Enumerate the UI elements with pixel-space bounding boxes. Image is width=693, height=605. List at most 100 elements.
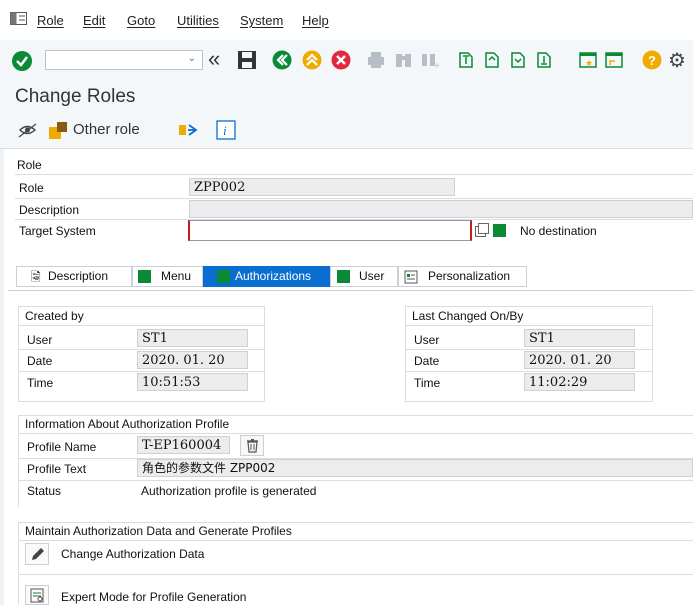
title-bar: Change Roles bbox=[0, 84, 693, 114]
other-role-icon[interactable] bbox=[48, 120, 70, 140]
settings-gear-icon[interactable]: ⚙ bbox=[668, 48, 686, 73]
print-icon[interactable] bbox=[366, 50, 388, 72]
inheritance-icon[interactable] bbox=[178, 121, 200, 139]
profile-info-heading: Information About Authorization Profile bbox=[25, 417, 230, 431]
tab-personalization[interactable]: Personalization bbox=[398, 266, 527, 287]
maintain-heading: Maintain Authorization Data and Generate… bbox=[25, 524, 292, 538]
divider bbox=[15, 174, 693, 175]
collapse-double-left-icon[interactable]: « bbox=[208, 46, 220, 72]
menu-bar: Role Edit Goto Utilities System Help bbox=[0, 0, 693, 41]
trash-icon bbox=[247, 439, 258, 453]
info-icon[interactable]: i bbox=[216, 120, 236, 140]
created-by-heading: Created by bbox=[25, 309, 84, 323]
description-tab-icon: 🗟 bbox=[31, 270, 41, 284]
divider bbox=[19, 325, 264, 326]
role-section-heading: Role bbox=[17, 158, 42, 172]
menu-edit[interactable]: Edit bbox=[83, 13, 105, 28]
last-page-icon[interactable] bbox=[534, 50, 556, 72]
created-date-label: Date bbox=[27, 354, 53, 368]
delete-profile-button[interactable] bbox=[240, 435, 264, 456]
chevron-down-icon[interactable]: ⌄ bbox=[188, 53, 196, 64]
profile-text-field: 角色的参数文件 ZPP002 bbox=[137, 459, 693, 477]
expert-mode-text[interactable]: Expert Mode for Profile Generation bbox=[61, 590, 246, 604]
divider bbox=[406, 349, 652, 350]
divider bbox=[19, 540, 693, 541]
tab-label: Personalization bbox=[428, 269, 511, 283]
divider bbox=[19, 371, 264, 372]
back-icon[interactable] bbox=[272, 50, 294, 72]
tab-strip-divider bbox=[8, 290, 693, 291]
tab-description[interactable]: 🗟 Description bbox=[16, 266, 132, 287]
menu-goto[interactable]: Goto bbox=[127, 13, 155, 28]
command-field[interactable]: ⌄ bbox=[45, 50, 203, 70]
save-icon[interactable] bbox=[237, 50, 259, 72]
authorizations-tab-status-icon bbox=[217, 270, 230, 283]
changed-time-label: Time bbox=[414, 376, 441, 390]
personalization-tab-icon bbox=[404, 270, 418, 284]
divider bbox=[19, 433, 693, 434]
divider bbox=[19, 349, 264, 350]
changed-user-label: User bbox=[414, 333, 440, 347]
next-page-icon[interactable] bbox=[508, 50, 530, 72]
changed-user-field: ST1 bbox=[524, 329, 635, 347]
changed-date-field: 2020. 01. 20 bbox=[524, 351, 635, 369]
tab-user[interactable]: User bbox=[330, 266, 398, 287]
created-time-field: 10:51:53 bbox=[137, 373, 248, 391]
create-session-icon[interactable]: ★ bbox=[578, 50, 600, 72]
role-field: ZPP002 bbox=[189, 178, 455, 196]
window-menu-icon[interactable] bbox=[10, 12, 28, 26]
target-system-input[interactable] bbox=[188, 220, 472, 241]
previous-page-icon[interactable] bbox=[482, 50, 504, 72]
user-tab-status-icon bbox=[337, 270, 350, 283]
value-help-icon[interactable] bbox=[475, 223, 489, 237]
changed-date-label: Date bbox=[414, 354, 440, 368]
menu-tab-status-icon bbox=[138, 270, 151, 283]
svg-text:?: ? bbox=[648, 53, 656, 68]
help-icon[interactable]: ? bbox=[642, 50, 664, 72]
profile-text-label: Profile Text bbox=[27, 462, 87, 476]
exit-icon[interactable] bbox=[302, 50, 324, 72]
change-auth-data-button[interactable] bbox=[25, 543, 49, 565]
tab-label: Authorizations bbox=[235, 269, 312, 283]
menu-help[interactable]: Help bbox=[302, 13, 329, 28]
role-label: Role bbox=[19, 181, 44, 195]
first-page-icon[interactable] bbox=[456, 50, 478, 72]
find-next-icon[interactable]: + bbox=[420, 50, 442, 72]
enter-check-icon[interactable] bbox=[11, 50, 33, 72]
description-field[interactable] bbox=[189, 200, 693, 218]
status-value: Authorization profile is generated bbox=[141, 484, 317, 498]
divider bbox=[406, 371, 652, 372]
created-time-label: Time bbox=[27, 376, 54, 390]
find-icon[interactable] bbox=[394, 50, 416, 72]
expert-mode-button[interactable] bbox=[25, 585, 49, 605]
menu-role[interactable]: Role bbox=[37, 13, 64, 28]
other-role-button[interactable]: Other role bbox=[73, 121, 140, 138]
application-toolbar: Other role i bbox=[0, 114, 693, 149]
created-date-field: 2020. 01. 20 bbox=[137, 351, 248, 369]
divider bbox=[19, 574, 693, 575]
status-green-icon bbox=[493, 224, 506, 237]
created-user-label: User bbox=[27, 333, 53, 347]
svg-text:★: ★ bbox=[585, 58, 593, 68]
tab-label: User bbox=[359, 269, 385, 283]
display-change-icon[interactable] bbox=[17, 121, 39, 139]
menu-utilities[interactable]: Utilities bbox=[177, 13, 219, 28]
tab-authorizations[interactable]: Authorizations bbox=[203, 266, 330, 287]
created-user-field: ST1 bbox=[137, 329, 248, 347]
divider bbox=[15, 198, 693, 199]
page-title: Change Roles bbox=[15, 86, 136, 107]
tab-label: Description bbox=[48, 269, 109, 283]
last-changed-heading: Last Changed On/By bbox=[412, 309, 524, 323]
menu-system[interactable]: System bbox=[240, 13, 283, 28]
change-auth-data-text[interactable]: Change Authorization Data bbox=[61, 547, 204, 561]
tab-menu[interactable]: Menu bbox=[132, 266, 203, 287]
pencil-icon bbox=[32, 548, 44, 560]
description-label: Description bbox=[19, 203, 80, 217]
svg-text:+: + bbox=[434, 61, 440, 72]
cancel-icon[interactable] bbox=[331, 50, 353, 72]
shortcut-icon[interactable] bbox=[604, 50, 626, 72]
profile-name-label: Profile Name bbox=[27, 440, 97, 454]
divider bbox=[19, 480, 693, 481]
expert-mode-icon bbox=[30, 588, 44, 603]
target-system-label: Target System bbox=[19, 224, 96, 238]
